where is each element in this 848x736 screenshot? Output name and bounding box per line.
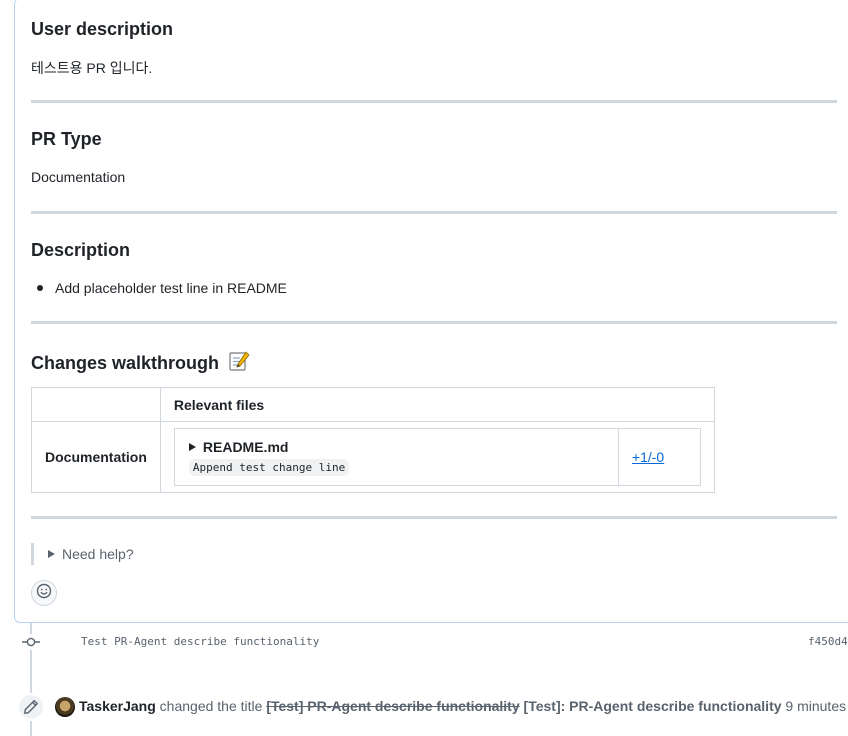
files-cell: README.md Append test change line +1/-0 — [159, 421, 715, 493]
memo-icon — [228, 350, 250, 377]
disclosure-triangle-icon — [48, 550, 55, 558]
avatar[interactable] — [55, 697, 75, 717]
file-delta-cell: +1/-0 — [617, 428, 701, 486]
commit-sha-link[interactable]: f450d4 — [808, 635, 848, 648]
file-change-summary: Append test change line — [188, 458, 350, 476]
disclosure-triangle-icon — [188, 442, 196, 451]
table-header-relevant-files: Relevant files — [159, 387, 715, 422]
need-help-label: Need help? — [62, 546, 134, 562]
new-title: [Test]: PR-Agent describe functionality — [523, 698, 782, 714]
git-commit-icon — [21, 634, 41, 650]
pr-type-text: Documentation — [31, 169, 126, 185]
section-divider — [31, 321, 837, 324]
section-heading-walkthrough: Changes walkthrough — [31, 350, 250, 377]
section-divider — [31, 100, 837, 103]
user-description-text: 테스트용 PR 입니다. — [31, 60, 153, 76]
section-heading-user-description: User description — [31, 19, 174, 39]
file-category-cell: Documentation — [31, 421, 161, 493]
commit-message-link[interactable]: Test PR-Agent describe functionality — [81, 635, 319, 648]
pencil-icon — [17, 693, 45, 721]
title-change-event: TaskerJang changed the title [Test] PR-A… — [79, 698, 848, 714]
section-divider — [31, 211, 837, 214]
table-header-empty — [31, 387, 161, 422]
old-title: [Test] PR-Agent describe functionality — [266, 698, 520, 714]
description-bullet-item: Add placeholder test line in README — [37, 280, 287, 296]
file-name: README.md — [202, 438, 289, 455]
need-help-toggle[interactable]: Need help? — [31, 543, 134, 565]
file-change-table: README.md Append test change line +1/-0 — [173, 428, 701, 486]
bullet-icon — [37, 285, 43, 291]
smiley-icon — [36, 583, 52, 604]
event-actor-link[interactable]: TaskerJang — [79, 698, 156, 714]
add-reaction-button[interactable] — [31, 580, 57, 606]
description-bullet-text: Add placeholder test line in README — [55, 280, 287, 296]
pr-description-comment — [14, 0, 848, 623]
walkthrough-heading-text: Changes walkthrough — [31, 353, 220, 373]
event-verb: changed the title — [159, 698, 263, 714]
section-heading-pr-type: PR Type — [31, 129, 102, 149]
file-delta-link[interactable]: +1/-0 — [632, 449, 664, 465]
file-summary-cell: README.md Append test change line — [173, 428, 619, 486]
section-divider — [31, 516, 837, 519]
event-timestamp[interactable]: 9 minutes ago — [785, 698, 848, 714]
table-row: Documentation README.md Append test chan… — [31, 421, 715, 493]
changes-walkthrough-table: Relevant files Documentation README.md A… — [31, 387, 715, 493]
file-details-toggle[interactable]: README.md — [188, 438, 618, 455]
section-heading-description: Description — [31, 240, 131, 260]
